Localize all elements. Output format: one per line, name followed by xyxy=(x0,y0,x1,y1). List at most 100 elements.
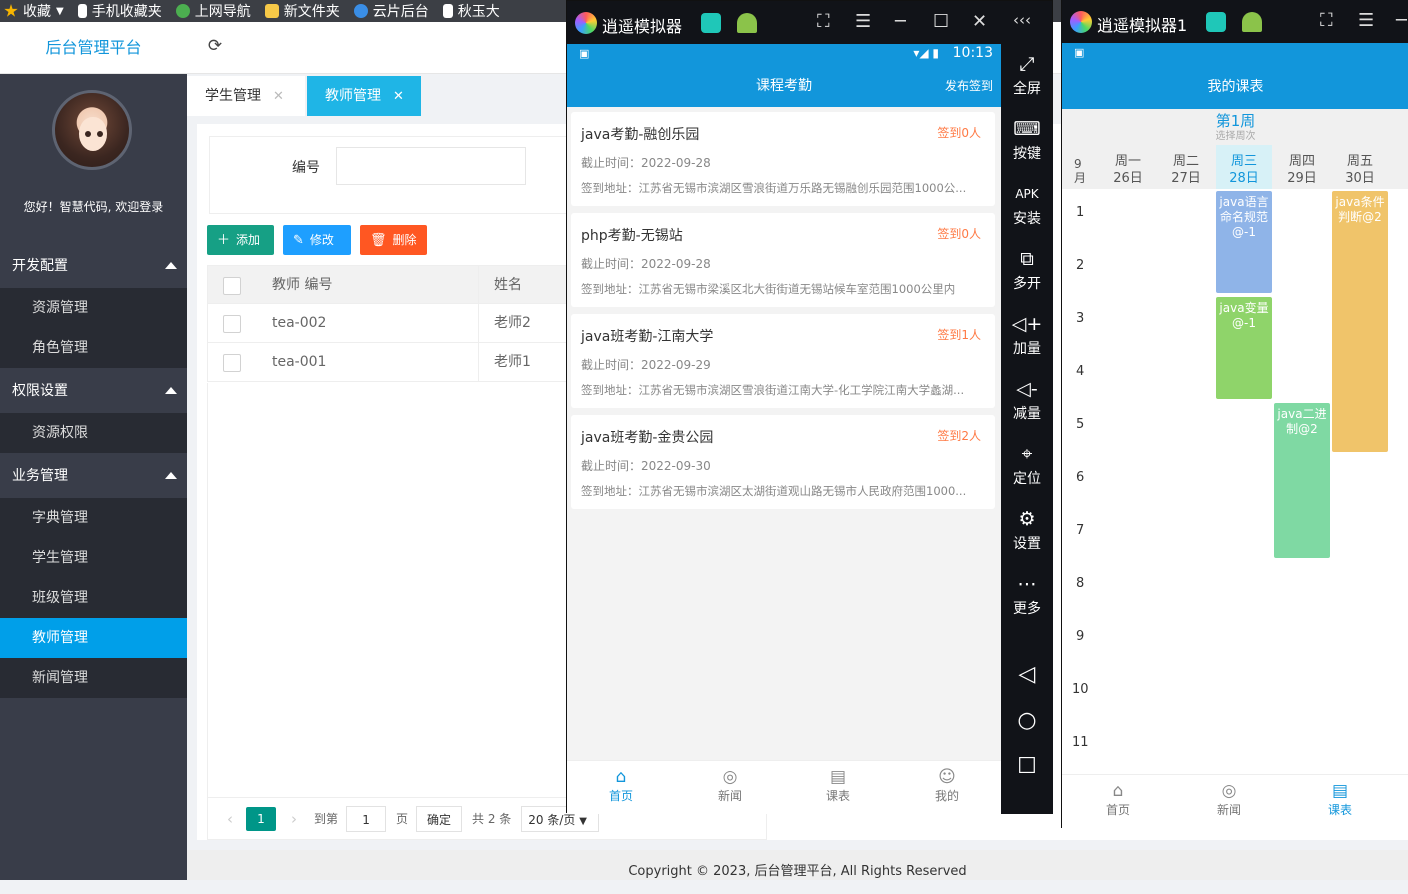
delete-button[interactable]: 🗑 删除 xyxy=(360,225,427,255)
tab-news[interactable]: ◎ 新闻 xyxy=(700,767,760,804)
plus-circle-icon xyxy=(175,4,190,18)
tool-more[interactable]: ⋯ 更多 xyxy=(1001,572,1053,618)
tool-volume-down[interactable]: ◁- 减量 xyxy=(1001,377,1053,423)
course-block[interactable]: java语言命名规范@-1 xyxy=(1216,191,1272,293)
tool-keys[interactable]: ⌨ 按键 xyxy=(1001,117,1053,163)
chevron-left-icon[interactable]: ‹ xyxy=(220,810,240,828)
menu-group-dev[interactable]: 开发配置 xyxy=(0,244,187,288)
row-checkbox[interactable] xyxy=(223,354,241,372)
caret-up-icon xyxy=(165,387,177,394)
attendance-card[interactable]: java班考勤-金贵公园 签到2人 截止时间：2022-09-30 签到地址：江… xyxy=(571,415,995,509)
close-icon[interactable]: ✕ xyxy=(972,11,987,32)
bookmark-folder[interactable]: 新文件夹 xyxy=(264,1,340,21)
tool-install[interactable]: APK 安装 xyxy=(1001,182,1053,228)
page-input[interactable]: 1 xyxy=(346,805,387,832)
edit-button[interactable]: ✎ 修改 xyxy=(283,225,351,255)
tab-teachers[interactable]: 教师管理 ✕ xyxy=(307,76,421,116)
close-icon[interactable]: ✕ xyxy=(393,89,404,104)
tool-location[interactable]: ⌖ 定位 xyxy=(1001,442,1053,488)
nav-bar: 我的课表 xyxy=(1062,65,1408,109)
attendance-card[interactable]: java班考勤-江南大学 签到1人 截止时间：2022-09-29 签到地址：江… xyxy=(571,314,995,408)
sidebar-item-news[interactable]: 新闻管理 xyxy=(0,658,187,698)
sidebar-item-teachers[interactable]: 教师管理 xyxy=(0,618,187,658)
attendance-card[interactable]: java考勤-融创乐园 签到0人 截止时间：2022-09-28 签到地址：江苏… xyxy=(571,112,995,206)
tab-label: 新闻 xyxy=(1216,803,1241,817)
attendance-card[interactable]: php考勤-无锡站 签到0人 截止时间：2022-09-28 签到地址：江苏省无… xyxy=(571,213,995,307)
maximize-icon[interactable]: ☐ xyxy=(933,11,949,32)
menu-icon[interactable]: ☰ xyxy=(855,11,871,32)
recents-icon[interactable]: ☐ xyxy=(1001,754,1053,779)
refresh-icon[interactable]: ⟳ xyxy=(205,36,225,56)
tab-students[interactable]: 学生管理 ✕ xyxy=(187,76,305,116)
tab-home[interactable]: ⌂ 首页 xyxy=(1088,781,1148,818)
sidebar-item-roles[interactable]: 角色管理 xyxy=(0,328,187,368)
tab-label: 我的 xyxy=(934,789,959,803)
collapse-icon[interactable]: ‹‹‹ xyxy=(1013,11,1031,29)
bookmark-cloud[interactable]: 云片后台 xyxy=(353,1,429,21)
tab-schedule[interactable]: ▤ 课表 xyxy=(1310,781,1370,818)
minimize-icon[interactable]: ─ xyxy=(1396,10,1407,31)
sidebar-item-dictionary[interactable]: 字典管理 xyxy=(0,498,187,538)
sidebar-item-resources[interactable]: 资源管理 xyxy=(0,288,187,328)
week-selector[interactable]: 第1周 选择周次 xyxy=(1062,109,1408,145)
minimize-icon[interactable]: ─ xyxy=(895,11,906,32)
add-button[interactable]: ＋ 添加 xyxy=(207,225,274,255)
back-icon[interactable]: ◁ xyxy=(1001,662,1053,687)
month-label: 9月 xyxy=(1074,157,1087,185)
bookmark-favorites[interactable]: 收藏 ▼ xyxy=(4,1,64,21)
select-all-checkbox[interactable] xyxy=(223,277,241,295)
card-address: 签到地址：江苏省无锡市滨湖区太湖街道观山路无锡市人民政府范围1000... xyxy=(581,484,967,498)
card-deadline: 截止时间：2022-09-29 xyxy=(581,358,711,372)
card-title: php考勤-无锡站 xyxy=(581,228,683,244)
fullscreen-icon[interactable]: ⛶ xyxy=(817,11,830,32)
search-input[interactable] xyxy=(336,147,526,185)
tab-mine[interactable]: ☺ 我的 xyxy=(917,767,977,804)
bookmark-nav[interactable]: 上网导航 xyxy=(175,1,251,21)
emulator-logo-icon xyxy=(1070,11,1092,33)
location-pin-icon: ⌖ xyxy=(1021,443,1033,465)
menu-group-business[interactable]: 业务管理 xyxy=(0,454,187,498)
day-name: 周一 xyxy=(1114,154,1141,169)
sidebar-item-classes[interactable]: 班级管理 xyxy=(0,578,187,618)
card-deadline: 截止时间：2022-09-28 xyxy=(581,257,711,271)
home-circle-icon[interactable]: ○ xyxy=(1001,708,1053,733)
timetable-grid: 1 2 3 4 5 6 7 8 9 10 11 java语言命名规范@-1 ja… xyxy=(1062,189,1408,774)
tool-volume-up[interactable]: ◁+ 加量 xyxy=(1001,312,1053,358)
android-icon[interactable] xyxy=(737,13,757,33)
chevron-right-icon[interactable]: › xyxy=(284,810,304,828)
bookmark-doc[interactable]: 秋玉大 xyxy=(442,1,500,21)
course-block[interactable]: java变量@-1 xyxy=(1216,297,1272,399)
card-deadline: 截止时间：2022-09-30 xyxy=(581,459,711,473)
confirm-page-button[interactable]: 确定 xyxy=(416,805,463,832)
period-number: 2 xyxy=(1076,258,1085,273)
close-icon[interactable]: ✕ xyxy=(273,89,284,104)
bookmark-mobile[interactable]: 手机收藏夹 xyxy=(77,1,162,21)
course-block[interactable]: java条件判断@2 xyxy=(1332,191,1388,452)
expand-icon: ⤢ xyxy=(1019,53,1035,75)
fullscreen-icon[interactable]: ⛶ xyxy=(1320,10,1333,31)
day-date: 29日 xyxy=(1287,171,1317,186)
tab-news[interactable]: ◎ 新闻 xyxy=(1199,781,1259,818)
period-number: 7 xyxy=(1076,523,1085,538)
tab-home[interactable]: ⌂ 首页 xyxy=(591,767,651,804)
android-icon[interactable] xyxy=(1242,12,1262,32)
day-header-today: 周三 28日 xyxy=(1216,145,1272,189)
tool-fullscreen[interactable]: ⤢ 全屏 xyxy=(1001,52,1053,98)
menu-icon[interactable]: ☰ xyxy=(1358,10,1374,31)
card-title: java班考勤-江南大学 xyxy=(581,329,714,345)
tool-multi[interactable]: ⧉ 多开 xyxy=(1001,247,1053,293)
sidebar-item-resource-permissions[interactable]: 资源权限 xyxy=(0,413,187,453)
app-icon[interactable] xyxy=(1206,12,1226,32)
tab-schedule[interactable]: ▤ 课表 xyxy=(808,767,868,804)
course-block[interactable]: java二进制@2 xyxy=(1274,403,1330,558)
phone-screen: ▣ ▾◢ ▮ 10:13 课程考勤 发布签到 java考勤-融创乐园 签到0人 … xyxy=(567,44,1001,814)
row-checkbox[interactable] xyxy=(223,315,241,333)
page-current[interactable]: 1 xyxy=(246,806,276,831)
publish-checkin-button[interactable]: 发布签到 xyxy=(945,66,993,107)
menu-group-permissions[interactable]: 权限设置 xyxy=(0,369,187,413)
app-icon[interactable] xyxy=(701,13,721,33)
bookmark-label: 收藏 xyxy=(23,4,51,20)
sidebar-item-students[interactable]: 学生管理 xyxy=(0,538,187,578)
tool-settings[interactable]: ⚙ 设置 xyxy=(1001,507,1053,553)
home-icon: ⌂ xyxy=(615,767,627,787)
